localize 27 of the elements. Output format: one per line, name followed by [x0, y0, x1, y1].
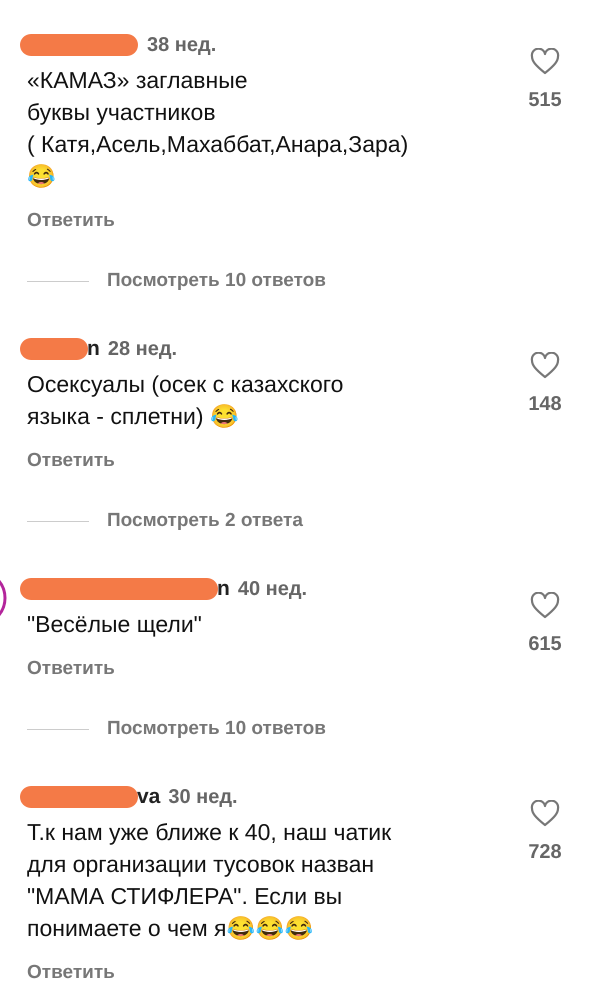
comment-text: «КАМАЗ» заглавные буквы участников ( Катя,Асель,Махаббат,Анара,Зара) 😂	[27, 66, 410, 191]
heart-icon[interactable]	[530, 352, 560, 379]
view-replies-link[interactable]: Посмотреть 2 ответа	[107, 510, 303, 532]
reply-link[interactable]: Ответить	[27, 962, 115, 984]
comment-time: 40 нед.	[238, 578, 308, 600]
view-replies-link[interactable]: Посмотреть 10 ответов	[107, 718, 326, 740]
reply-link[interactable]: Ответить	[27, 450, 115, 472]
like-count: 148	[528, 393, 562, 416]
reply-link[interactable]: Ответить	[27, 658, 115, 680]
heart-icon[interactable]	[530, 592, 560, 619]
comment-time: 30 нед.	[168, 786, 238, 808]
comment-text: "Весёлые щели"	[27, 610, 203, 639]
heart-icon[interactable]	[530, 800, 560, 827]
redaction-mark	[19, 336, 89, 362]
username[interactable]: va	[137, 785, 160, 809]
like-count: 615	[528, 633, 562, 656]
comment-time: 28 нед.	[108, 338, 178, 360]
heart-icon[interactable]	[530, 48, 560, 75]
like-count: 515	[528, 89, 562, 112]
comment-time: 38 нед.	[147, 34, 216, 56]
username[interactable]: n	[217, 577, 230, 601]
like-count: 728	[528, 841, 562, 864]
username[interactable]: n	[87, 337, 100, 361]
view-replies-link[interactable]: Посмотреть 10 ответов	[107, 270, 326, 292]
comment-text: Осексуалы (осек с казахского языка - сплетни) 😂	[27, 370, 344, 431]
reply-link[interactable]: Ответить	[27, 210, 115, 232]
comment-text: Т.к нам уже ближе к 40, наш чатик для организации тусовок назван "МАМА СТИФЛЕРА". Если вы понимаете о чем я😂😂😂	[27, 818, 392, 943]
